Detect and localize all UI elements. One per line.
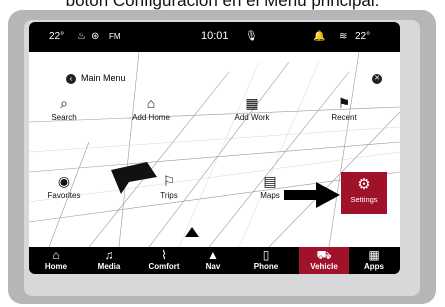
music-note-icon: ♫ [104, 248, 114, 262]
recent-flag-icon: ⚑ [337, 95, 351, 111]
building-plus-icon: ▦ [245, 95, 259, 111]
grid-icon: ▦ [368, 248, 380, 262]
navigation-arrow-icon: ▲ [207, 248, 219, 262]
search-icon: ⌕ [60, 95, 68, 111]
home-icon: ⌂ [52, 248, 60, 262]
menu-item-settings[interactable]: ⚙ Settings [341, 172, 387, 214]
climate-icon[interactable]: ≋ [339, 31, 347, 42]
nav-apps[interactable]: ▦ Apps [351, 247, 397, 274]
gear-icon: ⚙ [357, 176, 371, 193]
favorites-icon: ◉ [57, 173, 71, 189]
trips-icon: ⚐ [162, 173, 176, 189]
nav-phone[interactable]: ▯ Phone [237, 247, 295, 274]
bottom-navigation-bar: ⌂ Home ♫ Media ⌇ Comfort ▲ Nav ▯ Phone ⛟… [29, 247, 400, 274]
right-temperature: 22° [355, 31, 371, 42]
phone-icon: ▯ [262, 248, 270, 262]
menu-item-favorites[interactable]: ◉ Favorites [34, 172, 94, 212]
touchscreen: 22° ♨ ⊛ FM 10:01 🎙 🔔 ≋ 22° ‹ Main Menu ✕… [29, 22, 400, 274]
pointer-arrow [284, 182, 340, 213]
radio-band: FM [109, 32, 121, 41]
seat-heat-icon[interactable]: ♨ [77, 31, 86, 42]
seat-icon: ⌇ [161, 248, 167, 262]
nav-home[interactable]: ⌂ Home [31, 247, 81, 274]
back-button[interactable]: ‹ [66, 74, 76, 84]
menu-item-recent[interactable]: ⚑ Recent [314, 94, 374, 134]
status-bar: 22° ♨ ⊛ FM 10:01 🎙 🔔 ≋ 22° [29, 22, 400, 52]
close-button[interactable]: ✕ [372, 74, 382, 84]
car-icon: ⛟ [316, 248, 332, 262]
nav-comfort[interactable]: ⌇ Comfort [135, 247, 193, 274]
nav-vehicle[interactable]: ⛟ Vehicle [299, 247, 349, 274]
steering-heat-icon[interactable]: ⊛ [91, 31, 99, 42]
left-temperature: 22° [49, 31, 65, 42]
panel-title: Main Menu [81, 73, 126, 83]
nav-navigation[interactable]: ▲ Nav [193, 247, 233, 274]
clock: 10:01 [201, 30, 229, 42]
menu-item-add-work[interactable]: ▦ Add Work [222, 94, 282, 134]
menu-item-search[interactable]: ⌕ Search [34, 94, 94, 134]
microphone-icon[interactable]: 🎙 [245, 31, 258, 42]
menu-item-trips[interactable]: ⚐ Trips [139, 172, 199, 212]
menu-item-add-home[interactable]: ⌂ Add Home [121, 94, 181, 134]
nav-media[interactable]: ♫ Media [83, 247, 135, 274]
home-plus-icon: ⌂ [146, 95, 156, 111]
notification-bell-icon[interactable]: 🔔 [313, 31, 325, 42]
